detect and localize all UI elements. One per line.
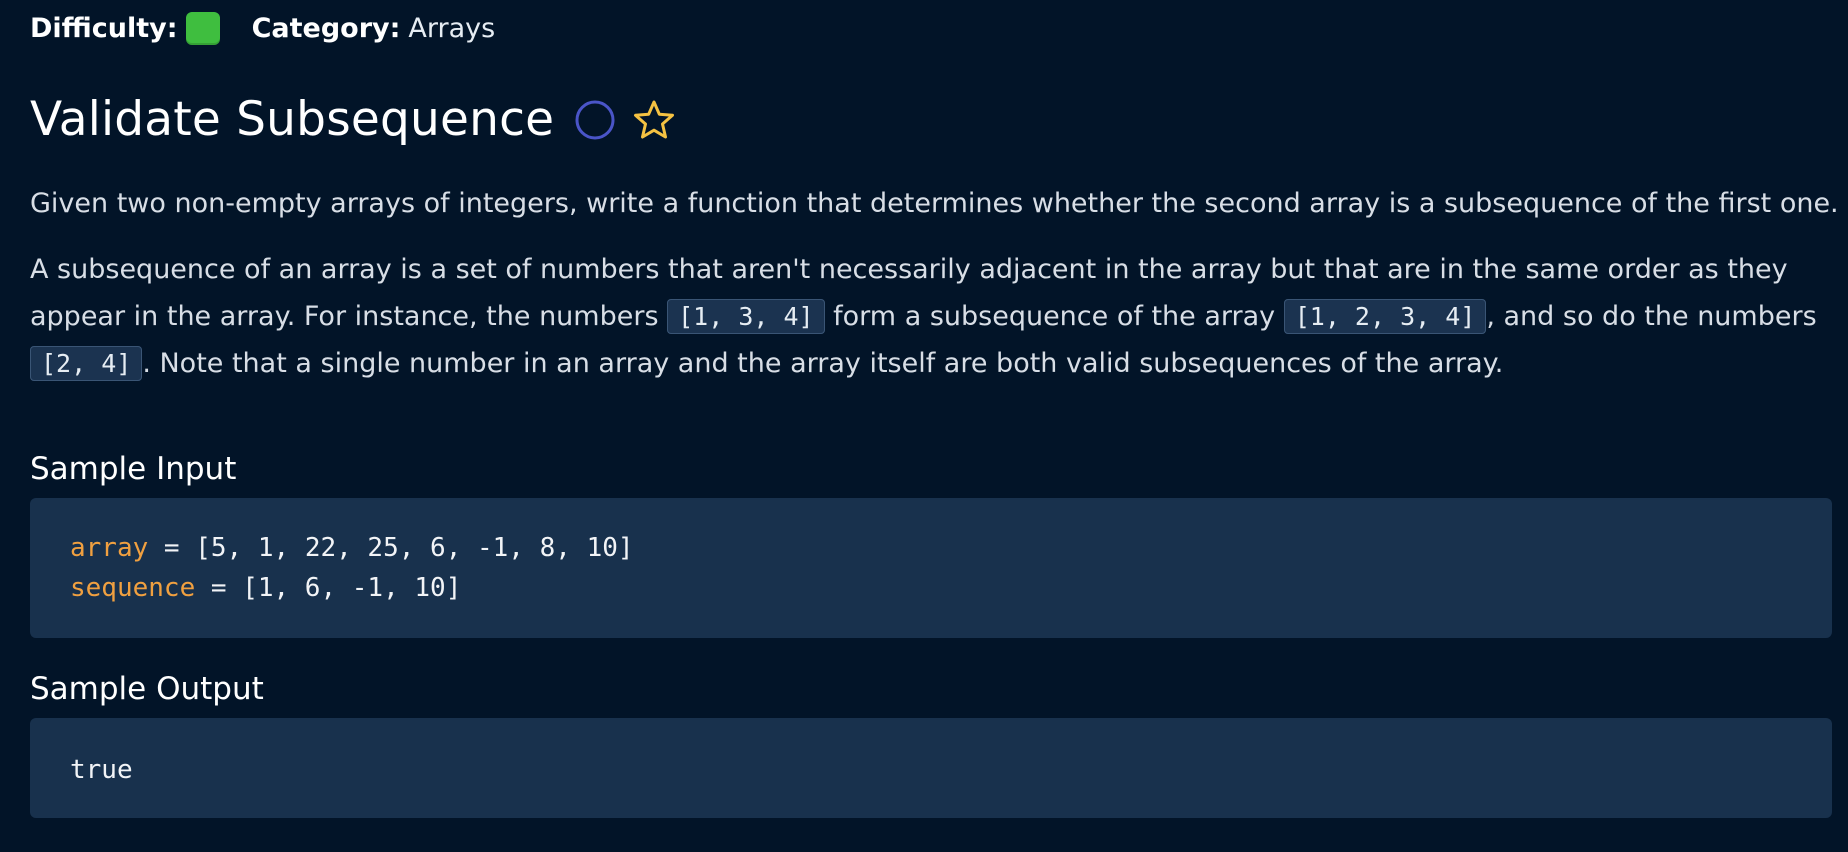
problem-description-p2: A subsequence of an array is a set of nu… (30, 246, 1848, 387)
code-line: sequence = [1, 6, -1, 10] (70, 568, 1832, 608)
code-variable: sequence (70, 573, 196, 603)
inline-code: [1, 3, 4] (667, 299, 825, 334)
sample-output-heading: Sample Output (30, 671, 264, 707)
code-line: array = [5, 1, 22, 25, 6, -1, 8, 10] (70, 528, 1832, 568)
category-label: Category: (251, 12, 401, 44)
sample-input-heading: Sample Input (30, 451, 237, 487)
sample-output-code-block: true (30, 718, 1832, 818)
difficulty-badge (185, 12, 220, 45)
problem-description-p1: Given two non-empty arrays of integers, … (30, 188, 1839, 219)
code-variable: array (70, 533, 149, 563)
description-text: form a subsequence of the array (824, 301, 1284, 332)
title-row: Validate Subsequence (30, 92, 676, 148)
problem-page: Difficulty: Category: Arrays Validate Su… (30, 0, 1839, 852)
problem-meta: Difficulty: Category: Arrays (30, 12, 495, 45)
inline-code: [2, 4] (30, 346, 143, 381)
inline-code: [1, 2, 3, 4] (1283, 299, 1487, 334)
code-line: true (70, 755, 133, 785)
star-outline-icon[interactable] (632, 98, 676, 142)
circle-outline-icon[interactable] (574, 99, 616, 141)
sample-input-code-block: array = [5, 1, 22, 25, 6, -1, 8, 10] seq… (30, 498, 1832, 638)
problem-title: Validate Subsequence (30, 92, 555, 147)
description-text: , and so do the numbers (1486, 301, 1817, 332)
category-value: Arrays (408, 12, 496, 44)
code-text: = [5, 1, 22, 25, 6, -1, 8, 10] (148, 533, 634, 563)
code-text: = [1, 6, -1, 10] (195, 573, 462, 603)
description-text: . Note that a single number in an array … (142, 348, 1504, 379)
difficulty-label: Difficulty: (30, 12, 178, 44)
